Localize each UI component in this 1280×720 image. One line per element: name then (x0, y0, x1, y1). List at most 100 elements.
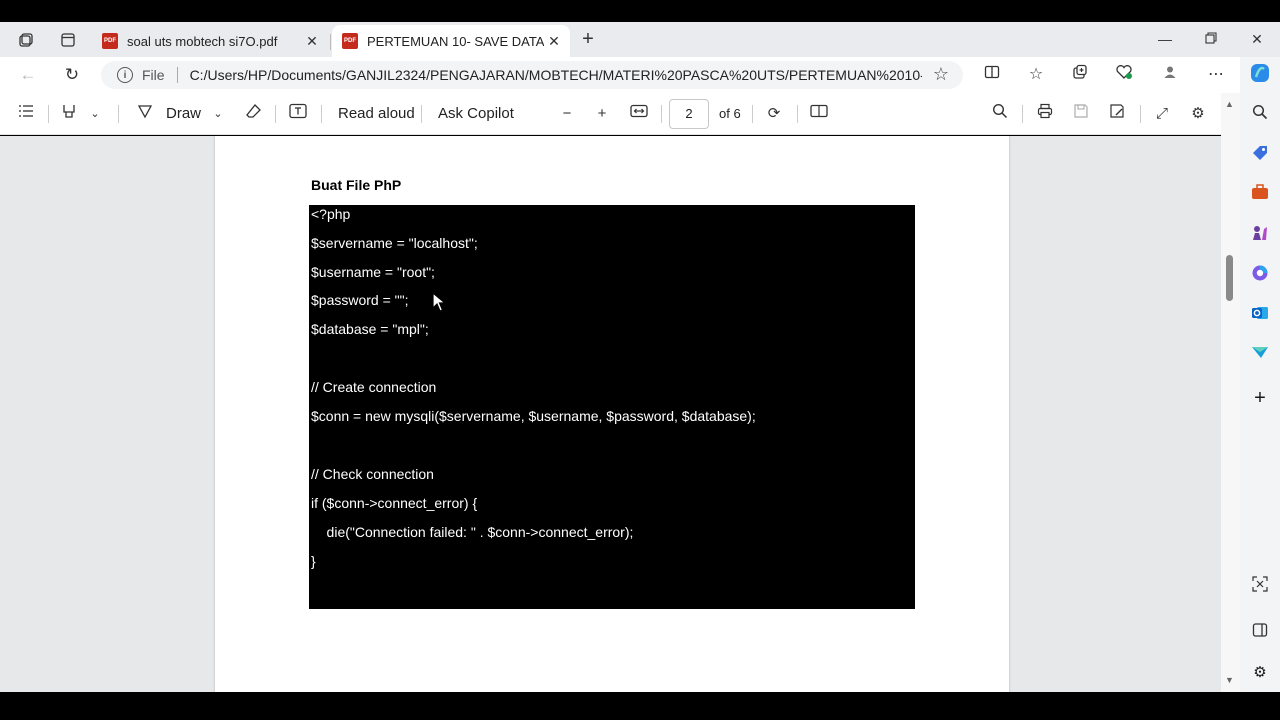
search-icon[interactable] (1248, 104, 1272, 128)
restore-icon[interactable] (1196, 28, 1226, 50)
code-line: $password = ""; (311, 292, 409, 308)
address-bar-row: ← ↻ i File C:/Users/HP/Documents/GANJIL2… (0, 57, 1240, 93)
scroll-down-arrow-icon[interactable]: ▼ (1225, 675, 1234, 685)
read-aloud-button[interactable]: Read aloud (338, 103, 415, 125)
close-tab-icon[interactable]: ✕ (544, 33, 564, 50)
vertical-scrollbar[interactable]: ▲ ▼ (1221, 93, 1240, 692)
scroll-up-arrow-icon[interactable]: ▲ (1225, 99, 1234, 109)
toolbar-separator (1022, 105, 1023, 123)
code-line: $conn = new mysqli($servername, $usernam… (311, 408, 756, 424)
bottom-black-bar (0, 692, 1280, 720)
toolbar-separator (1140, 105, 1141, 123)
code-line: // Check connection (311, 466, 434, 482)
save-icon[interactable] (1070, 103, 1092, 125)
code-block: <?php $servername = "localhost"; $userna… (309, 205, 915, 609)
toolbar-separator (118, 105, 119, 123)
new-tab-button[interactable]: + (577, 29, 599, 51)
address-bar[interactable]: i File C:/Users/HP/Documents/GANJIL2324/… (101, 61, 963, 89)
table-of-contents-icon[interactable] (15, 103, 37, 125)
favorite-star-icon[interactable]: ☆ (933, 64, 949, 85)
pdf-page: Buat File PhP <?php $servername = "local… (215, 136, 1009, 692)
settings-gear-icon[interactable]: ⚙ (1187, 103, 1209, 125)
fit-width-icon[interactable] (628, 103, 650, 125)
page-number-input[interactable]: 2 (669, 99, 709, 129)
code-line: <?php (311, 206, 351, 222)
draw-pen-icon[interactable] (134, 103, 156, 125)
page-view-icon[interactable] (808, 103, 830, 125)
drop-send-icon[interactable] (1248, 344, 1272, 368)
back-arrow-icon[interactable]: ← (16, 64, 40, 86)
highlight-icon[interactable] (58, 103, 80, 125)
tab-title: PERTEMUAN 10- SAVE DATA LOC (367, 33, 544, 49)
toolbar-separator (321, 105, 322, 123)
info-icon[interactable]: i (117, 67, 133, 83)
address-separator (176, 67, 178, 83)
chevron-down-icon[interactable]: ⌄ (84, 103, 106, 125)
toolbar-separator (797, 105, 798, 123)
mouse-pointer-icon (432, 292, 446, 312)
code-line: $username = "root"; (311, 264, 435, 280)
save-as-icon[interactable] (1106, 103, 1128, 125)
browser-essentials-icon[interactable] (1112, 64, 1136, 86)
code-line: // Create connection (311, 379, 437, 395)
zoom-in-icon[interactable]: + (591, 103, 613, 125)
close-window-icon[interactable]: ✕ (1242, 28, 1272, 50)
toolbar-separator (48, 105, 49, 123)
code-line: die("Connection failed: " . $conn->conne… (311, 524, 634, 540)
code-line: } (311, 553, 316, 569)
search-icon[interactable] (989, 103, 1011, 125)
sidebar-settings-gear-icon[interactable]: ⚙ (1248, 661, 1272, 685)
code-line: $servername = "localhost"; (311, 235, 478, 251)
outlook-icon[interactable] (1248, 304, 1272, 328)
games-chess-icon[interactable] (1248, 224, 1272, 248)
scrollbar-thumb[interactable] (1226, 255, 1233, 301)
toolbar-separator (421, 105, 422, 123)
toolbar-separator (752, 105, 753, 123)
page-total-label: of 6 (719, 106, 741, 121)
chevron-down-icon[interactable]: ⌄ (207, 103, 229, 125)
add-text-icon[interactable] (287, 103, 309, 125)
pdf-toolbar: ⌄ Draw ⌄ Read aloud Ask Copilot − + 2 of… (0, 93, 1240, 135)
tab-pertemuan-10[interactable]: PDF PERTEMUAN 10- SAVE DATA LOC ✕ (332, 25, 570, 57)
ask-copilot-button[interactable]: Ask Copilot (438, 103, 514, 125)
zoom-out-icon[interactable]: − (556, 103, 578, 125)
screenshot-capture-icon[interactable] (1248, 576, 1272, 600)
edge-sidebar: + ⚙ (1240, 57, 1280, 692)
refresh-icon[interactable]: ↻ (60, 64, 84, 86)
toolbar-separator (661, 105, 662, 123)
workspaces-icon[interactable] (16, 30, 36, 50)
tools-briefcase-icon[interactable] (1248, 184, 1272, 208)
collections-icon[interactable] (1068, 64, 1092, 86)
favorites-icon[interactable]: ☆ (1024, 64, 1048, 86)
fullscreen-expand-icon[interactable]: ⤢ (1151, 103, 1173, 125)
tab-strip: PDF soal uts mobtech si7O.pdf ✕ PDF PERT… (0, 22, 1280, 57)
tab-soal-uts[interactable]: PDF soal uts mobtech si7O.pdf ✕ (92, 25, 328, 57)
microsoft-365-icon[interactable] (1248, 264, 1272, 288)
add-sidebar-app-icon[interactable]: + (1248, 386, 1272, 410)
rotate-icon[interactable]: ⟳ (763, 103, 785, 125)
draw-button[interactable]: Draw (166, 103, 201, 125)
close-tab-icon[interactable]: ✕ (302, 33, 322, 50)
split-screen-icon[interactable] (980, 64, 1004, 86)
code-line: $database = "mpl"; (311, 321, 429, 337)
eraser-icon[interactable] (243, 103, 265, 125)
tab-actions-icon[interactable] (58, 30, 78, 50)
tab-separator (330, 34, 331, 50)
more-options-icon[interactable]: ⋯ (1204, 64, 1228, 86)
scheme-label: File (142, 67, 165, 83)
top-black-bar (0, 0, 1280, 22)
document-heading: Buat File PhP (311, 177, 402, 193)
copilot-icon[interactable] (1248, 62, 1272, 86)
pdf-icon: PDF (102, 33, 118, 49)
pdf-viewer[interactable]: Buat File PhP <?php $servername = "local… (0, 136, 1221, 692)
code-line: if ($conn->connect_error) { (311, 495, 478, 511)
pdf-icon: PDF (342, 33, 358, 49)
print-icon[interactable] (1034, 103, 1056, 125)
shopping-tag-icon[interactable] (1248, 144, 1272, 168)
minimize-icon[interactable]: — (1150, 28, 1180, 50)
url-text[interactable]: C:/Users/HP/Documents/GANJIL2324/PENGAJA… (190, 67, 922, 83)
tab-title: soal uts mobtech si7O.pdf (127, 33, 278, 49)
profile-avatar-icon[interactable] (1158, 64, 1182, 86)
sidebar-toggle-icon[interactable] (1248, 622, 1272, 646)
toolbar-separator (275, 105, 276, 123)
